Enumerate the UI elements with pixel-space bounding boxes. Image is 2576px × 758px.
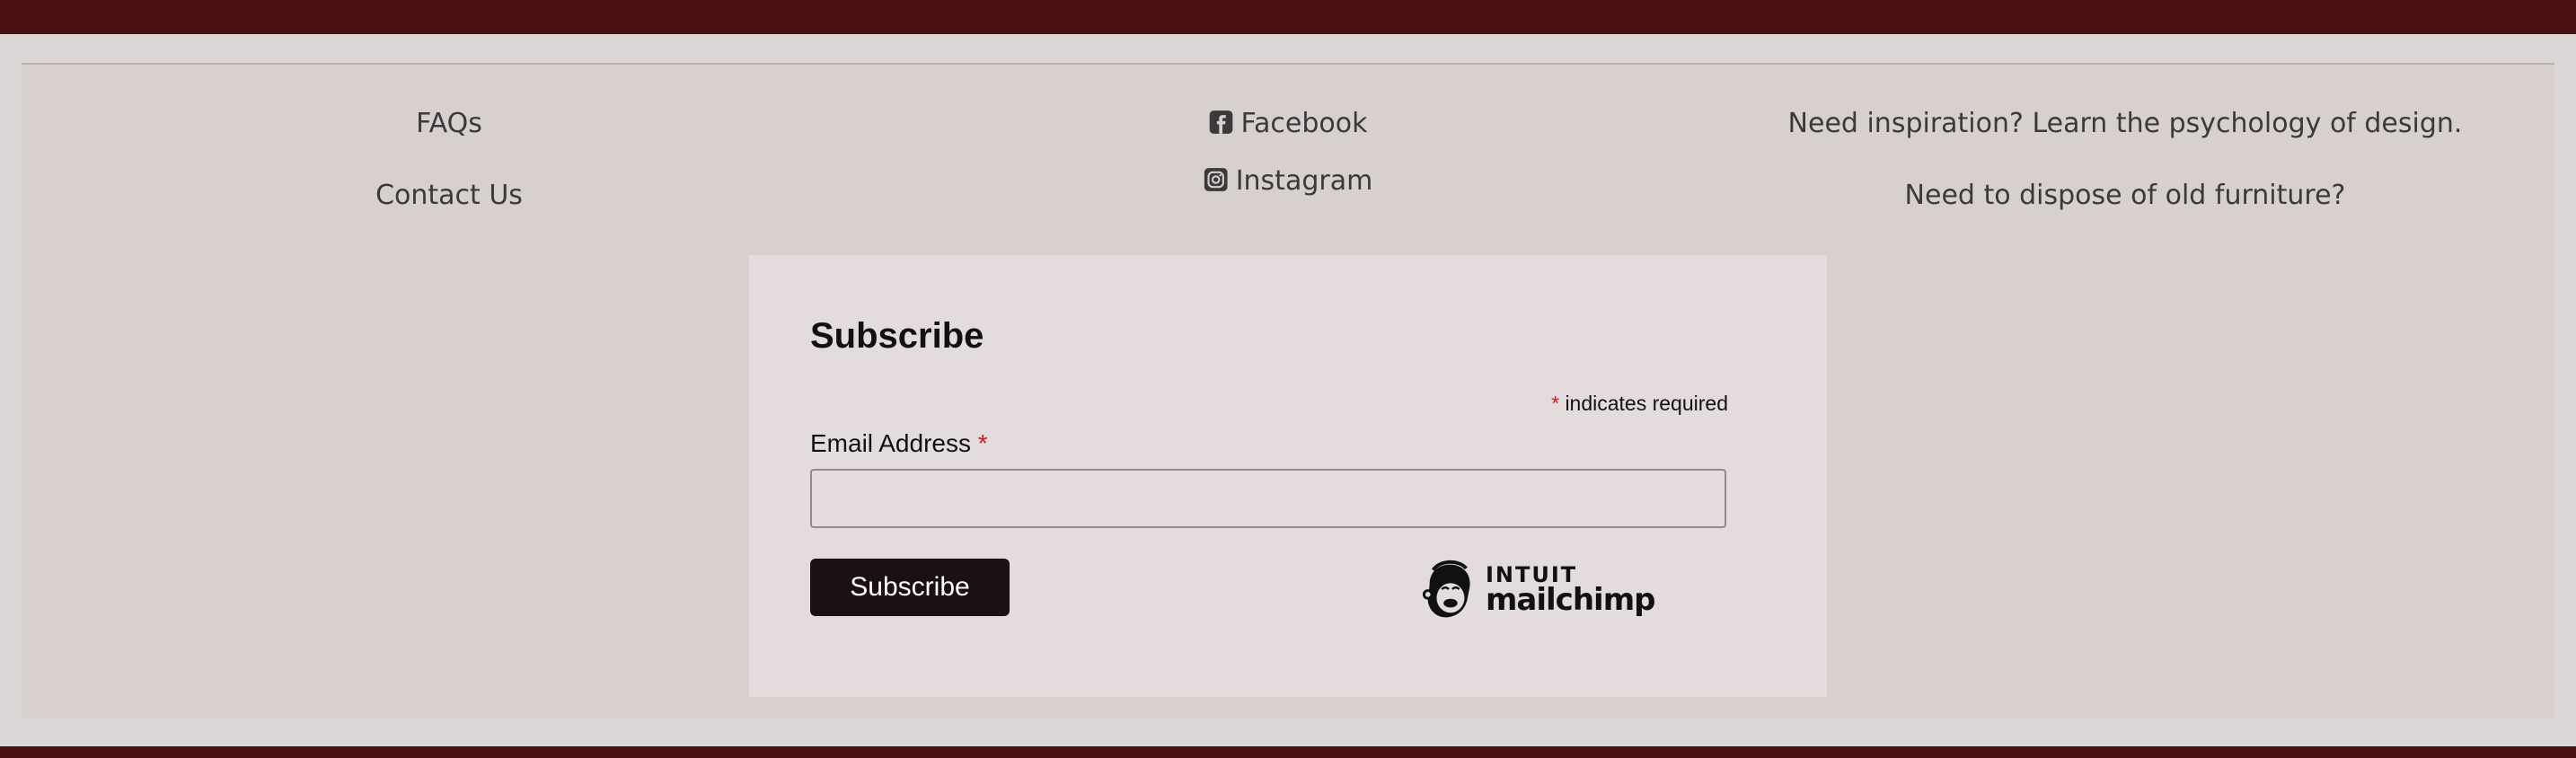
subscribe-title: Subscribe: [810, 316, 984, 356]
brand-line-2: mailchimp: [1486, 582, 1655, 618]
email-label-text: Email Address: [810, 429, 971, 457]
instagram-icon: [1204, 168, 1228, 191]
facebook-link[interactable]: Facebook: [1209, 108, 1368, 139]
instagram-link[interactable]: Instagram: [1204, 165, 1373, 197]
required-note: * indicates required: [1551, 392, 1728, 416]
facebook-icon: [1209, 110, 1233, 134]
top-bar: [0, 0, 2576, 34]
required-note-text: indicates required: [1565, 392, 1728, 415]
facebook-label: Facebook: [1240, 108, 1368, 139]
subscribe-card: Subscribe * indicates required Email Add…: [749, 255, 1827, 697]
instagram-label: Instagram: [1235, 165, 1373, 197]
email-input[interactable]: [810, 469, 1726, 528]
required-asterisk: *: [1551, 392, 1560, 415]
bottom-bar: [0, 746, 2576, 758]
email-label: Email Address *: [810, 429, 988, 458]
contact-us-link[interactable]: Contact Us: [375, 180, 523, 211]
design-psychology-link[interactable]: Need inspiration? Learn the psychology o…: [1788, 108, 2463, 139]
mailchimp-freddie-icon: [1422, 560, 1470, 618]
subscribe-button[interactable]: Subscribe: [810, 559, 1010, 616]
email-required-asterisk: *: [977, 429, 988, 457]
furniture-disposal-link[interactable]: Need to dispose of old furniture?: [1905, 180, 2346, 211]
faqs-link[interactable]: FAQs: [416, 108, 482, 139]
mailchimp-badge[interactable]: INTUIT mailchimp: [1421, 559, 1655, 623]
